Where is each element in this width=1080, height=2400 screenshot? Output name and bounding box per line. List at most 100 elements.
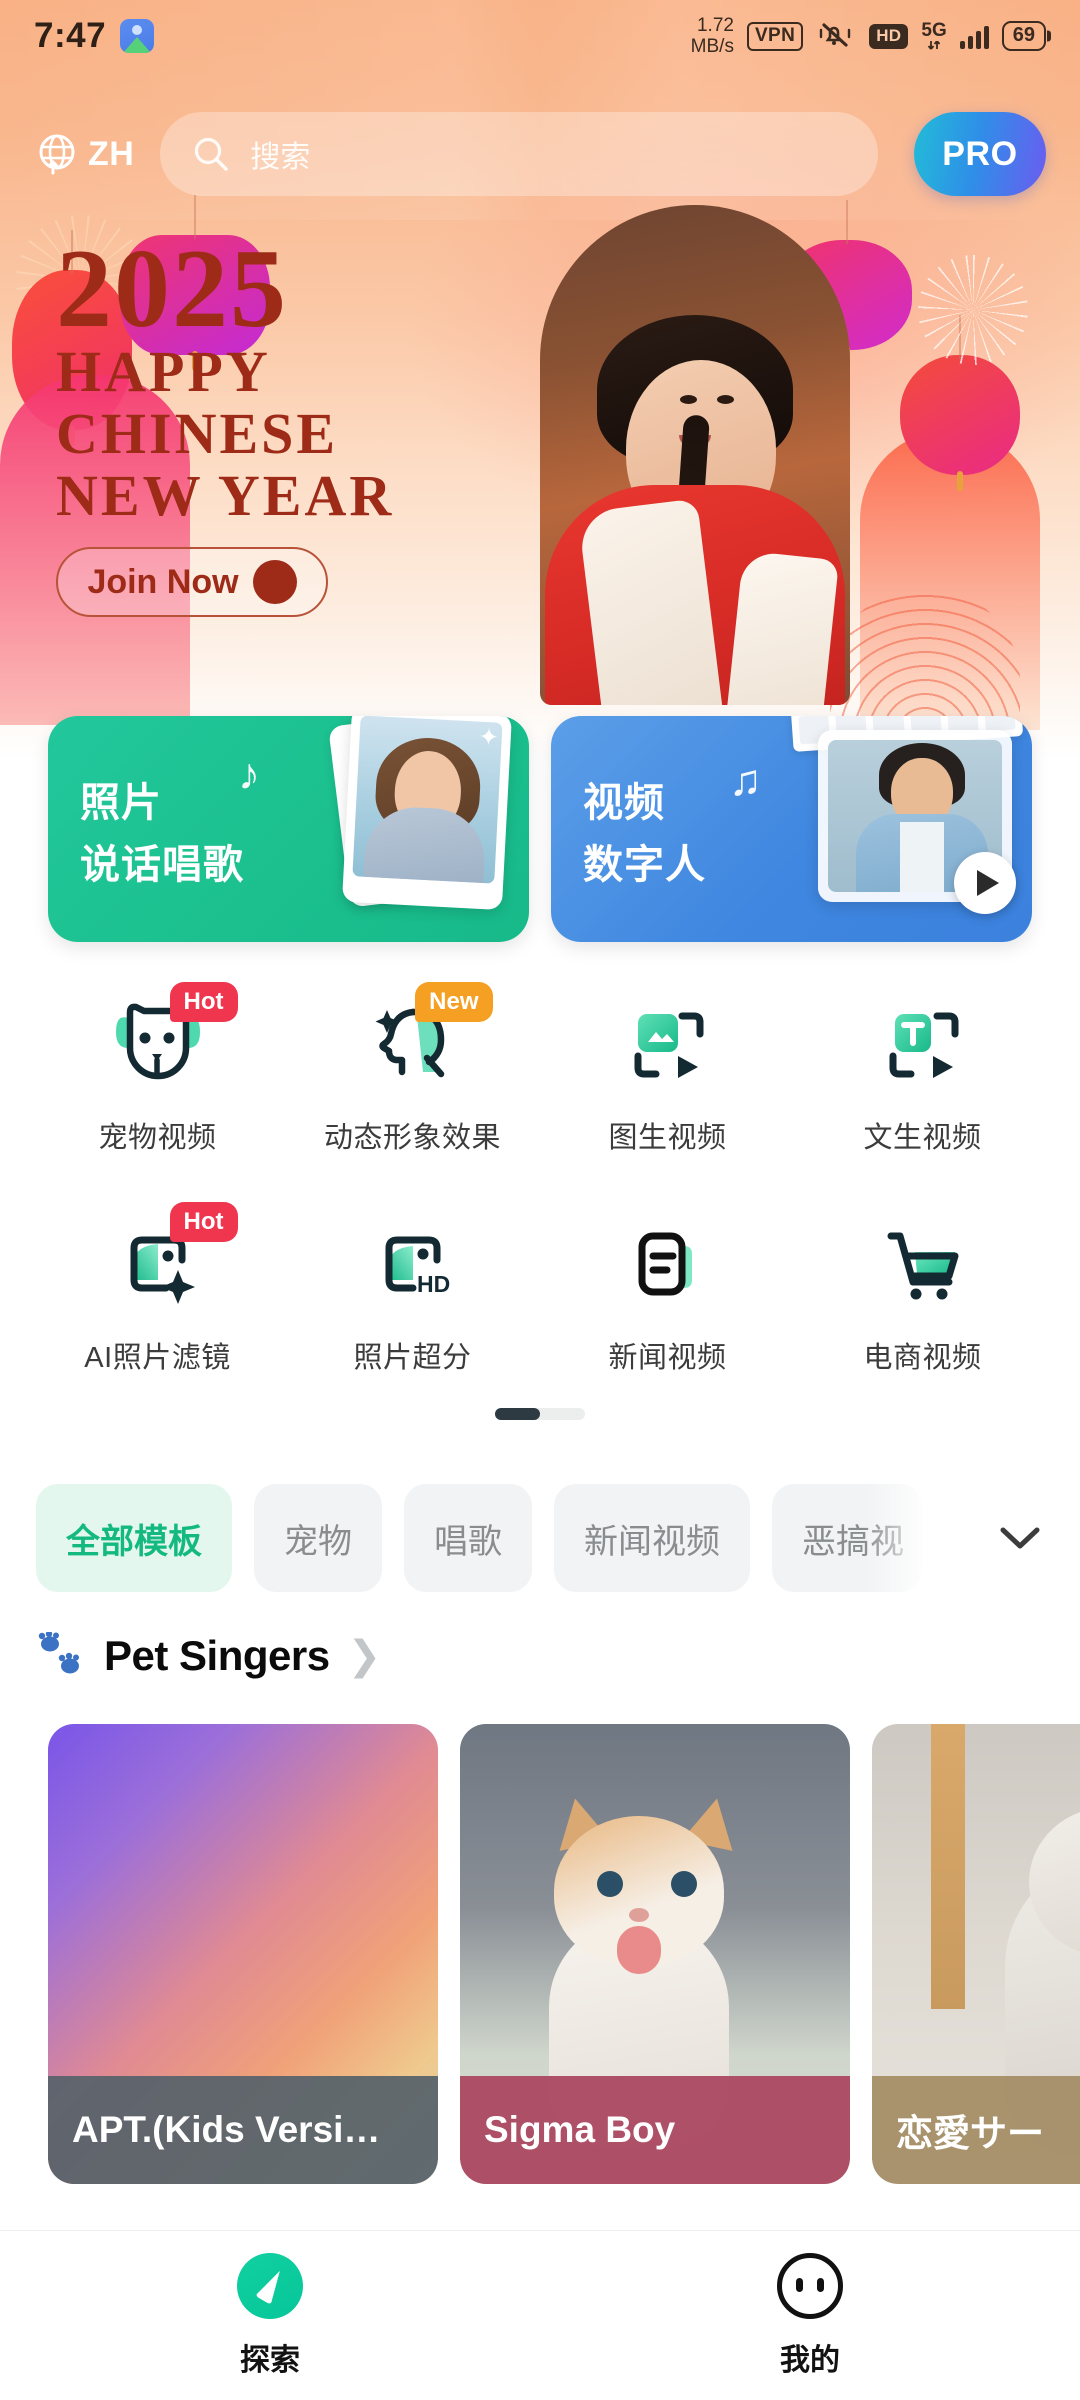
language-switch-button[interactable]: ZH xyxy=(34,131,134,177)
icon-grid-page-indicator[interactable] xyxy=(0,1408,1080,1420)
filter-chip-pets[interactable]: 宠物 xyxy=(254,1484,382,1592)
feature-card-title: 照片 说话唱歌 xyxy=(80,772,244,896)
template-card-title: APT.(Kids Versi… xyxy=(48,2076,438,2184)
firework-icon xyxy=(918,255,1028,365)
template-card-title: Sigma Boy xyxy=(460,2076,850,2184)
text-to-video-icon xyxy=(869,992,977,1100)
globe-icon xyxy=(34,131,80,177)
grid-item-ai-photo-filter[interactable]: Hot AI照片滤镜 xyxy=(30,1200,285,1376)
grid-item-label: 宠物视频 xyxy=(98,1122,217,1154)
template-card[interactable]: 恋愛サー xyxy=(872,1724,1080,2184)
head-sparkle-icon: New xyxy=(359,982,493,1100)
feature-card-title-line2: 数字人 xyxy=(583,843,706,887)
section-header-pet-singers[interactable]: Pet Singers ❯ xyxy=(36,1630,382,1680)
feature-card-video-avatar[interactable]: 视频 数字人 ♫ xyxy=(551,716,1032,942)
grid-item-label: AI照片滤镜 xyxy=(84,1342,231,1374)
promo-banner[interactable]: 2025 HAPPY CHINESE NEW YEAR Join Now ❯ xyxy=(0,205,1080,737)
filter-chip-singing[interactable]: 唱歌 xyxy=(404,1484,532,1592)
network-type-group: 5G xyxy=(921,20,947,51)
compass-icon xyxy=(237,2252,303,2319)
feature-card-title: 视频 数字人 xyxy=(583,772,706,896)
grid-item-image-to-video[interactable]: 图生视频 xyxy=(540,980,795,1156)
chevron-right-icon[interactable]: ❯ xyxy=(348,1633,382,1679)
grid-item-label: 图生视频 xyxy=(608,1122,727,1154)
android-app-icon xyxy=(120,19,155,53)
grid-item-dynamic-avatar-effect[interactable]: New 动态形象效果 xyxy=(285,980,540,1156)
template-card[interactable]: APT.(Kids Versi… xyxy=(48,1724,438,2184)
nav-item-explore[interactable]: 探索 xyxy=(0,2252,540,2379)
data-arrows-icon xyxy=(927,41,941,51)
grid-item-pet-video[interactable]: Hot 宠物视频 xyxy=(30,980,285,1156)
pro-upgrade-button[interactable]: PRO xyxy=(914,112,1046,196)
signal-bars-icon xyxy=(959,23,989,49)
music-note-icon: ♪ xyxy=(238,750,260,799)
network-speed-value: 1.72 xyxy=(696,15,734,36)
filter-chip-all-templates[interactable]: 全部模板 xyxy=(36,1484,232,1592)
app-screen: 7:47 1.72 MB/s VPN HD 5G 69 ZH 搜索 PRO 20… xyxy=(0,0,1080,2400)
nav-item-profile[interactable]: 我的 xyxy=(540,2252,1080,2379)
status-time: 7:47 xyxy=(34,16,107,55)
grid-item-label: 电商视频 xyxy=(863,1342,982,1374)
hd-icon: HD xyxy=(869,23,909,49)
section-title: Pet Singers xyxy=(104,1632,330,1679)
icon-grid-row: Hot 宠物视频 New 动态形象效果 图生视频 文生视频 xyxy=(30,980,1050,1156)
feature-card-row: 照片 说话唱歌 ♪ ✦ 视频 数字人 ♫ xyxy=(0,716,1080,942)
banner-year: 2025 xyxy=(56,227,288,351)
grid-item-ecommerce-video[interactable]: 电商视频 xyxy=(795,1200,1050,1376)
profile-face-icon xyxy=(777,2252,843,2319)
network-type-label: 5G xyxy=(921,20,947,41)
bottom-navigation: 探索 我的 xyxy=(0,2230,1080,2400)
badge-new: New xyxy=(415,982,493,1022)
dog-face-icon: Hot xyxy=(104,982,238,1100)
banner-text-block: 2025 HAPPY CHINESE NEW YEAR Join Now ❯ xyxy=(56,227,496,617)
badge-hot: Hot xyxy=(169,1202,238,1242)
icon-grid-row: Hot AI照片滤镜 HD 照片超分 新闻视频 电商视频 xyxy=(30,1200,1050,1376)
grid-item-photo-upscale[interactable]: HD 照片超分 xyxy=(285,1200,540,1376)
network-speed-indicator: 1.72 MB/s xyxy=(691,15,734,57)
grid-item-news-video[interactable]: 新闻视频 xyxy=(540,1200,795,1376)
svg-text:HD: HD xyxy=(417,1271,450,1297)
woman-photo-thumb: ✦ xyxy=(341,716,513,911)
banner-line-3: NEW YEAR xyxy=(56,463,395,528)
language-label: ZH xyxy=(88,134,135,173)
news-document-icon xyxy=(614,1212,722,1320)
nav-item-label: 我的 xyxy=(780,2343,840,2377)
grid-item-text-to-video[interactable]: 文生视频 xyxy=(795,980,1050,1156)
image-to-video-icon xyxy=(614,992,722,1100)
chevron-right-circle-icon: ❯ xyxy=(252,560,297,604)
search-input[interactable]: 搜索 xyxy=(160,112,878,196)
bell-muted-icon xyxy=(816,18,856,55)
feature-card-photo-singing[interactable]: 照片 说话唱歌 ♪ ✦ xyxy=(48,716,529,942)
feature-icon-grid: Hot 宠物视频 New 动态形象效果 图生视频 文生视频 Hot AI照片滤镜… xyxy=(0,980,1080,1376)
badge-hot: Hot xyxy=(169,982,238,1022)
network-speed-unit: MB/s xyxy=(690,36,734,57)
join-now-label: Join Now xyxy=(87,562,239,601)
shopping-cart-icon xyxy=(869,1212,977,1320)
vpn-icon: VPN xyxy=(746,21,804,51)
filter-chip-spoof-video[interactable]: 恶搞视 xyxy=(772,1484,922,1592)
search-placeholder: 搜索 xyxy=(250,141,311,174)
template-card-title: 恋愛サー xyxy=(872,2076,1080,2184)
grid-item-label: 照片超分 xyxy=(353,1342,472,1374)
photo-hd-icon: HD xyxy=(359,1212,467,1320)
template-card-row: APT.(Kids Versi… Sigma Boy 恋愛サー xyxy=(0,1724,1080,2184)
filter-chip-news-video[interactable]: 新闻视频 xyxy=(554,1484,750,1592)
grid-item-label: 文生视频 xyxy=(863,1122,982,1154)
chevron-down-icon[interactable] xyxy=(992,1510,1048,1566)
join-now-button[interactable]: Join Now ❯ xyxy=(56,547,328,617)
feature-card-title-line1: 视频 xyxy=(583,781,665,825)
scroll-indicator-thumb[interactable] xyxy=(495,1408,540,1420)
template-card[interactable]: Sigma Boy xyxy=(460,1724,850,2184)
battery-indicator: 69 xyxy=(1001,21,1046,51)
music-notes-icon: ♫ xyxy=(729,756,762,805)
lantern-icon xyxy=(900,355,1020,475)
status-bar-right: 1.72 MB/s VPN HD 5G 69 xyxy=(691,15,1046,57)
feature-card-title-line2: 说话唱歌 xyxy=(80,843,244,887)
grid-item-label: 新闻视频 xyxy=(608,1342,727,1374)
sparkle-icon: ✦ xyxy=(477,723,500,752)
grid-item-label: 动态形象效果 xyxy=(323,1122,501,1154)
play-icon[interactable] xyxy=(954,852,1016,914)
photo-filter-sparkle-icon: Hot xyxy=(104,1202,238,1320)
feature-card-title-line1: 照片 xyxy=(80,781,162,825)
paw-prints-icon xyxy=(36,1630,92,1680)
